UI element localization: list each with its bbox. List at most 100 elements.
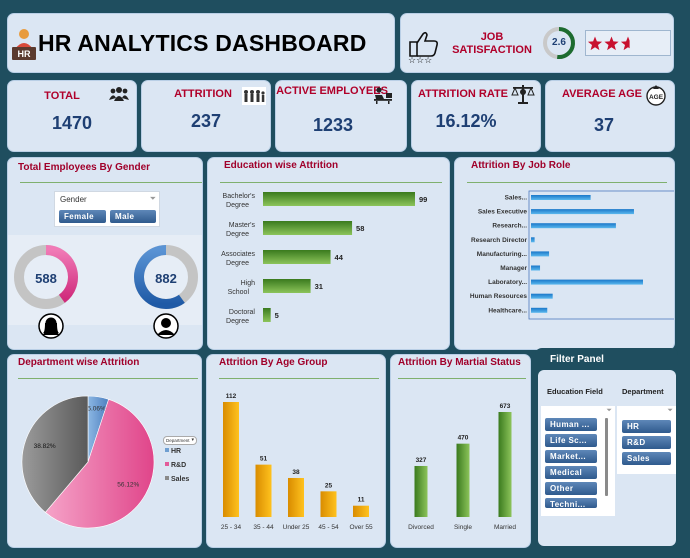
education-item-other[interactable]: Other [545,482,597,495]
department-item-hr[interactable]: HR [622,420,671,433]
gender-button-male[interactable]: Male [110,210,156,223]
department-filter-icon[interactable]: ⏷ [667,407,673,415]
education-item-life[interactable]: Life Sc... [545,434,597,447]
job-role-bar [531,265,541,271]
education-slicer[interactable]: ⏷ Human ... Life Sc... Market... Medical… [541,406,615,516]
pie-legend-swatch [165,462,169,466]
hr-logo-text: HR [17,49,31,59]
filter-area: Education Field Department ⏷ Human ... L… [538,370,676,546]
marital-bar [456,443,470,517]
gender-title: Total Employees By Gender [18,162,151,173]
marital-bar [414,465,428,517]
kpi-attrition-rate-value: 16.12% [435,111,497,131]
gender-title-underline [20,182,202,183]
scale-icon [510,83,536,105]
gender-button-female[interactable]: Female [59,210,106,223]
age-group-value-label: 25 [325,482,333,489]
thumbs-up-icon: ☆☆☆ [406,26,444,65]
education-value-label: 58 [356,224,364,233]
education-category-label: Bachelor's [223,193,256,200]
marital-category-label: Single [454,524,472,531]
age-group-value-label: 38 [292,469,300,476]
filter-panel-card: Filter Panel Education Field Department … [535,348,678,548]
education-category-label: Degree [226,318,249,325]
male-avatar-icon [153,313,179,339]
education-bar [263,221,353,235]
age-group-value-label: 11 [358,497,365,504]
education-category-label: Degree [226,260,249,267]
education-item-marketing[interactable]: Market... [545,450,597,463]
marital-card: Attrition By Martial Status 327 Divorced 4… [390,354,531,548]
job-role-bar [531,209,634,215]
desk-worker-icon [372,86,394,104]
education-category-label: Degree [226,202,249,209]
education-category-label: Master's [229,222,256,229]
svg-text:☆☆☆: ☆☆☆ [408,55,432,65]
job-role-category-label: Research... [492,223,527,230]
job-role-bar [531,279,643,285]
pie-slice-label: 5.06% [87,406,106,413]
kpi-active-value: 1233 [312,115,354,135]
age-group-bar [288,477,304,517]
female-avatar-icon [38,313,64,339]
gender-slicer[interactable]: Gender ⏷ Female Male [54,191,160,227]
gender-card: Total Employees By Gender Gender ⏷ Femal… [7,157,203,350]
education-category-label: Associates [221,251,255,258]
age-group-category-label: 45 - 54 [318,524,339,531]
education-item-technical[interactable]: Techni... [545,498,597,508]
education-card: Education wise Attrition Bachelor's Degre… [207,157,450,350]
star-icon [587,36,603,51]
job-role-bar [531,237,535,243]
age-icon: AGE [645,84,667,106]
female-donut: 588 [8,235,108,325]
pie-slice-label: 56.12% [117,482,139,489]
education-field-label: Education Field [547,387,603,396]
kpi-attrition-card: ATTRITION 237 [141,80,271,152]
pie-legend-header[interactable]: Department ▾ [163,436,197,445]
pie-legend-header-text: Department [166,438,190,443]
education-category-label: High [241,280,256,287]
age-group-category-label: Over 55 [349,524,373,531]
education-filter-icon[interactable]: ⏷ [606,407,612,415]
department-item-sales[interactable]: Sales [622,452,671,465]
page-title: HR ANALYTICS DASHBOARD [38,30,367,56]
education-item-medical[interactable]: Medical [545,466,597,479]
age-group-value-label: 51 [260,456,268,463]
education-bar [263,192,415,206]
job-role-category-label: Laboratory... [488,279,527,286]
job-role-bar [531,307,548,313]
department-item-rd[interactable]: R&D [622,436,671,449]
age-group-bar [353,505,369,517]
job-role-bar [531,293,553,299]
pie-legend-swatch [165,476,169,480]
education-value-label: 44 [335,253,344,262]
age-group-card: Attrition By Age Group 112 25 - 34 51 35 - … [206,354,386,548]
age-group-bar [255,464,272,517]
hr-logo-icon: HR [11,27,37,61]
education-bar [263,250,331,264]
kpi-total-card: TOTAL 1470 [7,80,137,152]
job-role-category-label: Manufacturing... [477,251,527,258]
education-item-human[interactable]: Human ... [545,418,597,431]
job-role-bar [531,251,550,257]
job-role-category-label: Sales Executive [478,209,528,216]
education-scrollbar[interactable] [605,418,608,496]
gender-slicer-title: Gender [60,195,87,204]
kpi-attrition-rate-card: ATTRITION RATE 16.12% [411,80,541,152]
education-category-label: Doctoral [229,309,256,316]
kpi-average-age-value: 37 [593,115,615,135]
job-role-bar [531,195,591,200]
queue-icon [242,87,266,105]
marital-category-label: Married [494,524,516,531]
department-slicer[interactable]: ⏷ HR R&D Sales [617,406,676,474]
marital-chart: 327 Divorced 470 Single 673 Married [408,403,516,531]
education-category-label: Degree [226,231,249,238]
job-role-category-label: Manager [500,265,527,272]
filter-panel-title: Filter Panel [550,354,604,365]
male-count: 882 [155,271,177,286]
age-group-value-label: 112 [226,393,237,400]
satisfaction-gauge: 2.6 [541,25,577,61]
filter-clear-icon[interactable]: ⏷ [150,194,156,204]
job-role-bar [531,223,616,229]
job-role-category-label: Research Director [471,237,527,244]
